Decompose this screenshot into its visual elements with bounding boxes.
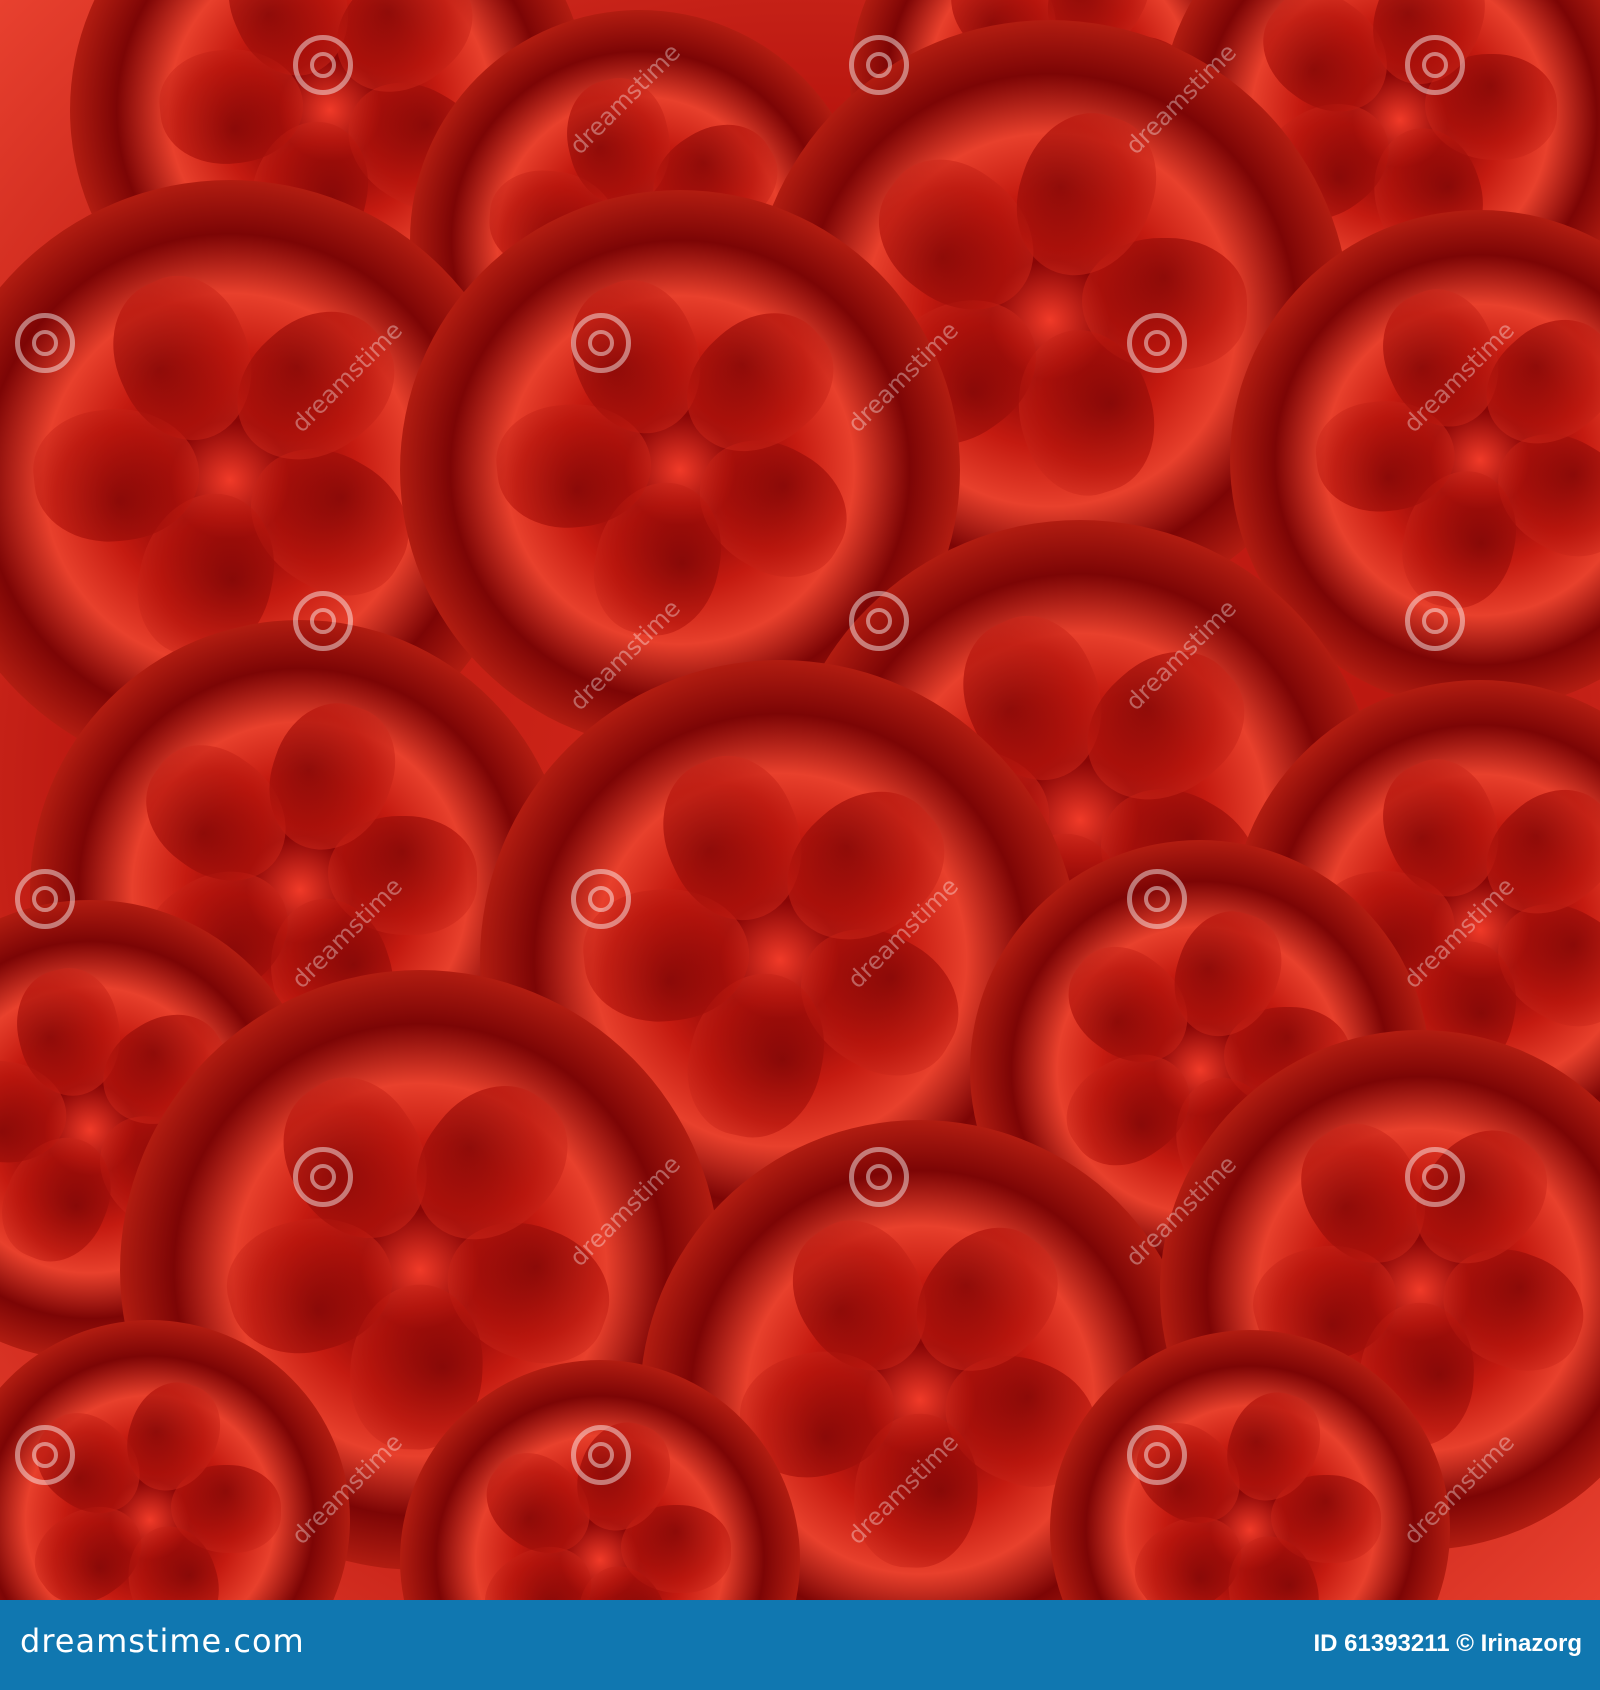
watermark-spiral-icon — [15, 869, 75, 929]
watermark-spiral-icon — [1127, 869, 1187, 929]
roses-illustration: dreamstime dreamstime dreamstime dreamstime… — [0, 0, 1600, 1600]
watermark-spiral-icon — [1405, 1147, 1465, 1207]
watermark-spiral-icon — [15, 1425, 75, 1485]
watermark-spiral-icon — [1405, 591, 1465, 651]
image-credit: ID 61393211 © Irinazorg — [1313, 1630, 1583, 1657]
watermark-spiral-icon — [571, 869, 631, 929]
watermark-spiral-icon — [1405, 35, 1465, 95]
watermark-spiral-icon — [293, 1147, 353, 1207]
watermark-spiral-icon — [849, 35, 909, 95]
watermark-spiral-icon — [15, 313, 75, 373]
brand-logo: dreamstime.com — [20, 1622, 305, 1660]
watermark-spiral-icon — [1127, 1425, 1187, 1485]
watermark-spiral-icon — [293, 591, 353, 651]
watermark-spiral-icon — [1127, 313, 1187, 373]
watermark-spiral-icon — [849, 591, 909, 651]
watermark-spiral-icon — [571, 313, 631, 373]
footer-bar: dreamstime.com ID 61393211 © Irinazorg — [0, 1600, 1600, 1690]
watermark-spiral-icon — [293, 35, 353, 95]
watermark-spiral-icon — [849, 1147, 909, 1207]
watermark-spiral-icon — [571, 1425, 631, 1485]
